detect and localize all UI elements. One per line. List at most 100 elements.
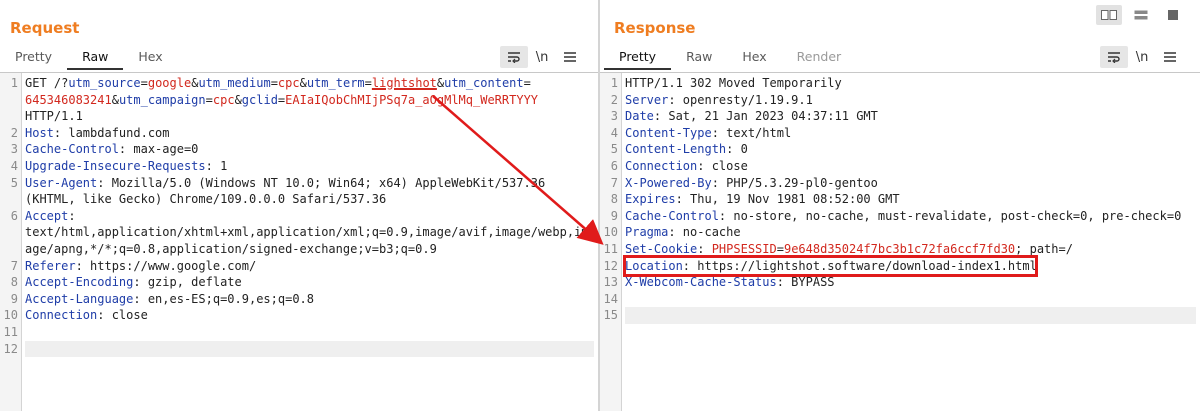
code-line: 11 — [0, 324, 598, 341]
code-token: 9e648d35024f7bc3b1c72fa6ccf7fd30 — [783, 241, 1016, 256]
request-editor[interactable]: 1 GET /?utm_source=google&utm_medium=cpc&… — [0, 72, 598, 411]
line-number: 6 — [10, 208, 18, 223]
code-line: 3 Date: Sat, 21 Jan 2023 04:37:11 GMT — [600, 108, 1200, 125]
code-line: 12 — [0, 340, 598, 358]
code-token: GET /? — [25, 76, 69, 90]
code-token: Connection — [25, 308, 98, 323]
tab-pretty[interactable]: Pretty — [0, 44, 67, 70]
line-text: 645346083241&utm_campaign=cpc&gclid=EAIa… — [25, 92, 594, 109]
line-number: 11 — [603, 241, 618, 256]
line-text: Accept: — [25, 208, 594, 225]
code-token: Content-Length — [625, 142, 727, 157]
newline-icon[interactable]: \n — [1128, 46, 1156, 68]
code-token: Cache-Control — [625, 208, 719, 223]
wrap-icon[interactable] — [500, 46, 528, 68]
code-line: 11 Set-Cookie: PHPSESSID=9e648d35024f7bc3… — [600, 241, 1200, 258]
code-token: : Mozilla/5.0 (Windows NT 10.0; Win64; x… — [97, 175, 546, 190]
line-number: 2 — [10, 125, 18, 140]
code-line: 5 User-Agent: Mozilla/5.0 (Windows NT 10.… — [0, 175, 598, 192]
code-token: cpc — [212, 92, 235, 107]
code-token: Set-Cookie — [625, 241, 698, 256]
code-line: (KHTML, like Gecko) Chrome/109.0.0.0 Saf… — [0, 191, 598, 208]
line-number: 14 — [603, 291, 618, 306]
line-text: Content-Length: 0 — [625, 141, 1196, 158]
line-text: Date: Sat, 21 Jan 2023 04:37:11 GMT — [625, 108, 1196, 125]
code-token: X-Powered-By — [625, 175, 712, 190]
line-text: HTTP/1.1 — [25, 108, 594, 125]
tab-render[interactable]: Render — [782, 44, 857, 70]
code-token: Location — [625, 258, 683, 273]
code-token: = — [776, 241, 784, 256]
code-line: 4 Content-Type: text/html — [600, 125, 1200, 142]
line-number: 11 — [3, 324, 18, 339]
code-token: Server — [625, 92, 669, 107]
code-token: HTTP/1.1 302 Moved Temporarily — [625, 76, 842, 90]
code-token: PHPSESSID — [711, 241, 777, 256]
code-token: google — [147, 76, 192, 90]
line-number: 1 — [10, 76, 18, 90]
line-number: 7 — [10, 258, 18, 273]
response-editor[interactable]: 1 HTTP/1.1 302 Moved Temporarily 2 Server: … — [600, 72, 1200, 411]
code-line: 9 Cache-Control: no-store, no-cache, must… — [600, 208, 1200, 225]
layout-buttons — [1096, 5, 1186, 25]
split-horizontal-icon[interactable] — [1128, 5, 1154, 25]
tab-raw[interactable]: Raw — [67, 44, 124, 70]
menu-icon[interactable] — [556, 46, 584, 68]
code-token: Content-Type — [625, 125, 712, 140]
line-text: Cache-Control: max-age=0 — [25, 141, 594, 158]
line-text: Content-Type: text/html — [625, 125, 1196, 142]
line-number: 9 — [10, 291, 18, 306]
code-token: = — [205, 92, 213, 107]
code-token: gclid — [241, 92, 278, 107]
code-line: 5 Content-Length: 0 — [600, 141, 1200, 158]
line-text: X-Powered-By: PHP/5.3.29-pl0-gentoo — [625, 175, 1196, 192]
code-token: Accept-Language — [25, 291, 134, 306]
code-token: : PHP/5.3.29-pl0-gentoo — [711, 175, 878, 190]
code-token: Date — [625, 109, 654, 124]
split-vertical-icon[interactable] — [1096, 5, 1122, 25]
code-token: : — [697, 241, 712, 256]
line-text: age/apng,*/*;q=0.8,application/signed-ex… — [25, 241, 594, 258]
tab-pretty[interactable]: Pretty — [604, 44, 672, 70]
code-token: : text/html — [711, 125, 792, 140]
wrap-icon[interactable] — [1100, 46, 1128, 68]
tab-hex[interactable]: Hex — [727, 44, 781, 70]
code-line: 8 Accept-Encoding: gzip, deflate — [0, 274, 598, 291]
newline-icon[interactable]: \n — [528, 46, 556, 68]
line-text — [625, 307, 1196, 324]
line-text: Referer: https://www.google.com/ — [25, 258, 594, 275]
line-text: Accept-Encoding: gzip, deflate — [25, 274, 594, 291]
code-token: ; path=/ — [1015, 241, 1073, 256]
line-text: Cache-Control: no-store, no-cache, must-… — [625, 208, 1196, 225]
request-editor-tools: \n — [500, 44, 584, 70]
line-number: 10 — [603, 225, 618, 240]
line-text: (KHTML, like Gecko) Chrome/109.0.0.0 Saf… — [25, 191, 594, 208]
code-token: = — [523, 76, 531, 90]
line-number: 5 — [610, 142, 618, 157]
tab-raw[interactable]: Raw — [671, 44, 727, 70]
code-line: 3 Cache-Control: max-age=0 — [0, 141, 598, 158]
code-token: = — [364, 76, 372, 90]
menu-icon[interactable] — [1156, 46, 1184, 68]
single-pane-icon[interactable] — [1160, 5, 1186, 25]
line-text — [25, 340, 594, 358]
code-token: age/apng,*/*;q=0.8,application/signed-ex… — [25, 241, 437, 256]
code-token: text/html,application/xhtml+xml,applicat… — [25, 225, 589, 240]
code-token: : close — [97, 308, 148, 323]
response-title: Response — [614, 19, 696, 37]
code-token: HTTP/1.1 — [25, 109, 83, 124]
code-token: & — [299, 76, 307, 90]
code-token: Cache-Control — [25, 142, 119, 157]
code-token: : Sat, 21 Jan 2023 04:37:11 GMT — [653, 109, 878, 124]
line-number: 8 — [610, 192, 618, 207]
line-number: 6 — [610, 158, 618, 173]
code-line: age/apng,*/*;q=0.8,application/signed-ex… — [0, 241, 598, 258]
line-text: Pragma: no-cache — [625, 224, 1196, 241]
code-token: : 0 — [726, 142, 748, 157]
tab-hex[interactable]: Hex — [123, 44, 177, 70]
code-token: lightshot — [371, 76, 437, 90]
code-line: 12 Location: https://lightshot.software/d… — [600, 258, 1200, 275]
line-text: text/html,application/xhtml+xml,applicat… — [25, 224, 594, 241]
code-token: : Thu, 19 Nov 1981 08:52:00 GMT — [675, 192, 900, 207]
code-token: Expires — [625, 192, 676, 207]
